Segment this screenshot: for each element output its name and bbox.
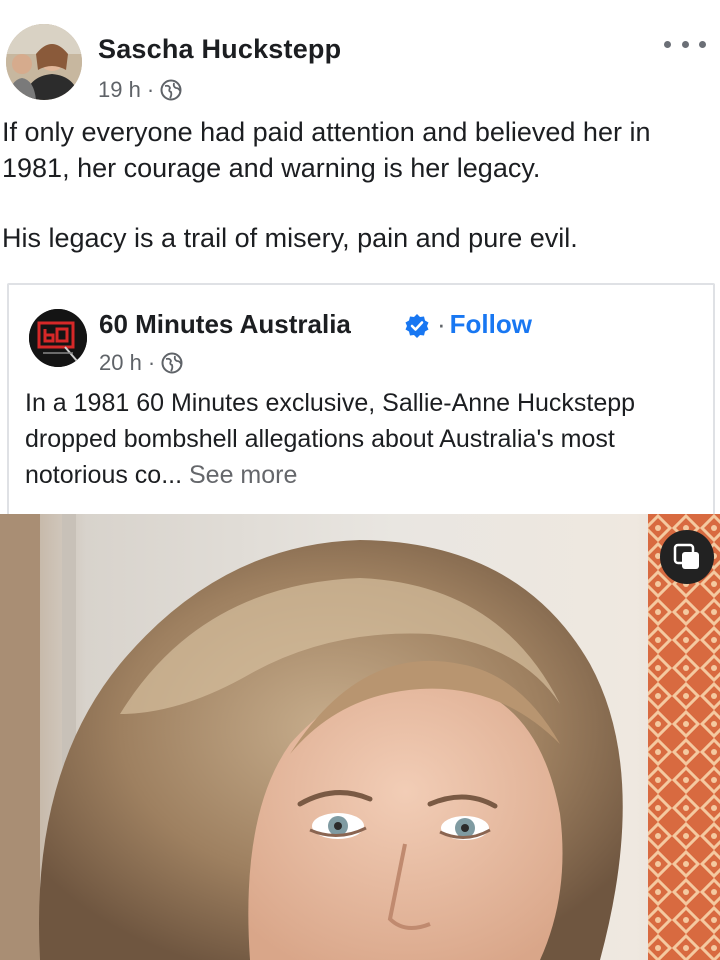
picture-in-picture-button[interactable] <box>660 530 714 584</box>
post-header: Sascha Huckstepp 19 h · <box>0 0 720 110</box>
follow-row: · Follow <box>437 309 532 340</box>
see-more-link[interactable]: See more <box>189 461 297 489</box>
follow-separator: · <box>437 309 446 339</box>
shared-post-body: In a 1981 60 Minutes exclusive, Sallie-A… <box>25 389 636 489</box>
verified-badge-icon <box>404 313 430 339</box>
post-photo[interactable] <box>0 514 720 960</box>
meta-separator: · <box>146 77 155 102</box>
author-name[interactable]: Sascha Huckstepp <box>98 34 341 65</box>
more-options-button[interactable] <box>664 32 706 56</box>
facebook-post: Sascha Huckstepp 19 h · If only everyone… <box>0 0 720 960</box>
post-paragraph: His legacy is a trail of misery, pain an… <box>2 223 578 253</box>
author-avatar[interactable] <box>6 24 82 100</box>
picture-in-picture-icon <box>673 543 699 569</box>
shared-post-meta: 20 h · <box>99 349 183 377</box>
globe-icon <box>161 352 183 374</box>
follow-button[interactable]: Follow <box>450 309 532 340</box>
globe-icon <box>160 79 182 101</box>
page-avatar[interactable] <box>29 309 87 367</box>
more-dots-icon <box>664 40 671 48</box>
post-time[interactable]: 19 h <box>98 77 141 103</box>
post-paragraph: If only everyone had paid attention and … <box>2 117 651 183</box>
shared-post-card[interactable]: 60 Minutes Australia · Follow 20 h · In … <box>7 283 715 515</box>
meta-separator: · <box>147 350 156 375</box>
shared-post-time[interactable]: 20 h <box>99 350 142 376</box>
shared-post-text: In a 1981 60 Minutes exclusive, Sallie-A… <box>25 385 705 493</box>
page-name[interactable]: 60 Minutes Australia <box>99 309 351 340</box>
post-text: If only everyone had paid attention and … <box>2 114 716 256</box>
post-meta: 19 h · <box>98 76 182 104</box>
